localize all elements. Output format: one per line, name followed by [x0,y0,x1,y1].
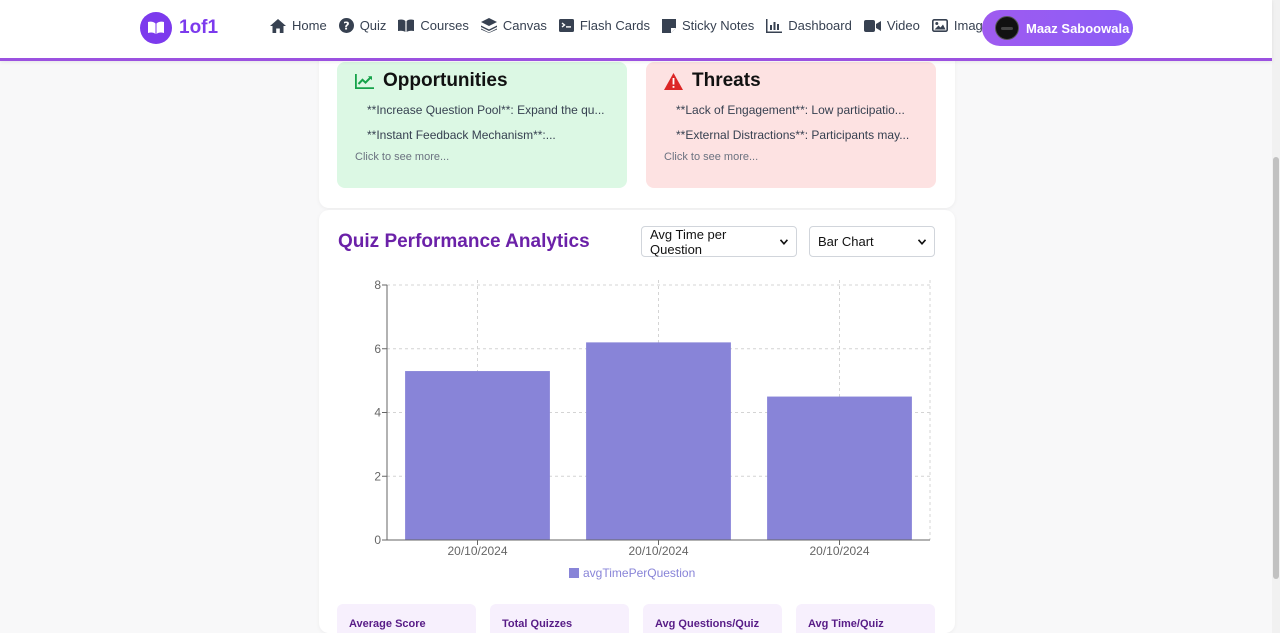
nav-item-label: Courses [420,18,469,33]
x-tick-label: 20/10/2024 [809,544,869,558]
nav-item-label: Sticky Notes [682,18,755,33]
metric-select[interactable]: Avg Time per Question [641,226,797,257]
threats-panel[interactable]: Threats **Lack of Engagement**: Low part… [646,62,936,188]
brand-name: 1of1 [179,17,219,38]
bar-chart: 0 2 4 6 8 20/10/2024 20/10/2024 20/10/2024 [374,278,931,558]
question-circle-icon: ? [338,18,354,33]
image-icon [931,19,948,32]
stat-card-avg-questions: Avg Questions/Quiz [643,604,782,633]
nav-item-canvas[interactable]: Canvas [480,18,547,33]
y-tick-label: 8 [374,278,381,292]
y-tick-label: 2 [374,469,381,483]
chart-type-select[interactable]: Bar Chart [809,226,935,257]
x-tick-label: 20/10/2024 [447,544,507,558]
brand[interactable]: 1of1 [140,12,218,44]
stat-label: Avg Time/Quiz [808,618,884,630]
user-name: Maaz Saboowala [1026,20,1130,36]
home-icon [270,18,286,33]
page-scrollbar-thumb[interactable] [1273,157,1279,579]
stat-label: Avg Questions/Quiz [655,618,760,630]
y-tick-label: 0 [374,533,381,547]
terminal-card-icon [558,19,574,32]
chevron-down-icon [918,238,926,245]
top-navbar: 1of1 Home ? Quiz Courses Canvas Flash Ca… [0,0,1272,61]
see-more-link[interactable]: Click to see more... [355,151,609,163]
nav-menu: Home ? Quiz Courses Canvas Flash Cards S… [270,18,1002,33]
nav-item-label: Quiz [359,18,387,33]
user-menu-button[interactable]: Maaz Saboowala [982,10,1133,46]
nav-item-dashboard[interactable]: Dashboard [766,18,852,33]
y-tick-label: 4 [374,406,381,420]
nav-item-label: Canvas [502,18,547,33]
video-icon [863,19,881,32]
opportunity-item: **Increase Question Pool**: Expand the q… [367,103,605,117]
nav-item-label: Dashboard [788,18,852,33]
layers-icon [480,18,497,33]
nav-item-label: Flash Cards [579,18,650,33]
analytics-title: Quiz Performance Analytics [338,231,590,252]
svg-text:?: ? [343,20,349,33]
nav-item-flash-cards[interactable]: Flash Cards [558,18,650,33]
y-tick-label: 6 [374,342,381,356]
trend-up-icon [355,73,374,89]
sticky-note-icon [662,18,676,33]
nav-item-sticky-notes[interactable]: Sticky Notes [662,18,754,33]
chart-bar [767,396,912,540]
stat-label: Average Score [349,618,426,630]
threat-item: **External Distractions**: Participants … [676,128,910,142]
chart-legend[interactable]: avgTimePerQuestion [569,566,695,580]
stat-card-avg-time: Avg Time/Quiz [796,604,935,633]
bar-chart-icon [766,18,783,33]
chart-bar [405,371,550,540]
opportunities-panel[interactable]: Opportunities **Increase Question Pool**… [337,62,627,188]
legend-label: avgTimePerQuestion [583,566,696,580]
opportunity-item: **Instant Feedback Mechanism**:... [367,128,556,142]
book-open-icon [140,12,172,44]
legend-swatch [569,568,579,578]
threats-title: Threats [692,70,761,91]
chart-bar [586,342,731,540]
chart-type-select-value: Bar Chart [818,234,874,249]
stat-card-total-quizzes: Total Quizzes [490,604,629,633]
threat-item: **Lack of Engagement**: Low participatio… [676,103,905,117]
nav-item-label: Video [886,18,920,33]
chevron-down-icon [780,238,788,245]
warning-icon [664,72,683,90]
nav-item-quiz[interactable]: ? Quiz [338,18,387,33]
see-more-link[interactable]: Click to see more... [664,151,918,163]
nav-item-video[interactable]: Video [863,18,920,33]
nav-item-label: Home [292,18,327,33]
opportunities-title: Opportunities [383,70,508,91]
metric-select-value: Avg Time per Question [650,226,727,257]
stat-label: Total Quizzes [502,618,573,630]
nav-item-courses[interactable]: Courses [398,18,469,33]
stat-card-average-score: Average Score [337,604,476,633]
avatar [995,16,1019,40]
book-icon [398,19,415,32]
nav-item-home[interactable]: Home [270,18,327,33]
x-tick-label: 20/10/2024 [628,544,688,558]
